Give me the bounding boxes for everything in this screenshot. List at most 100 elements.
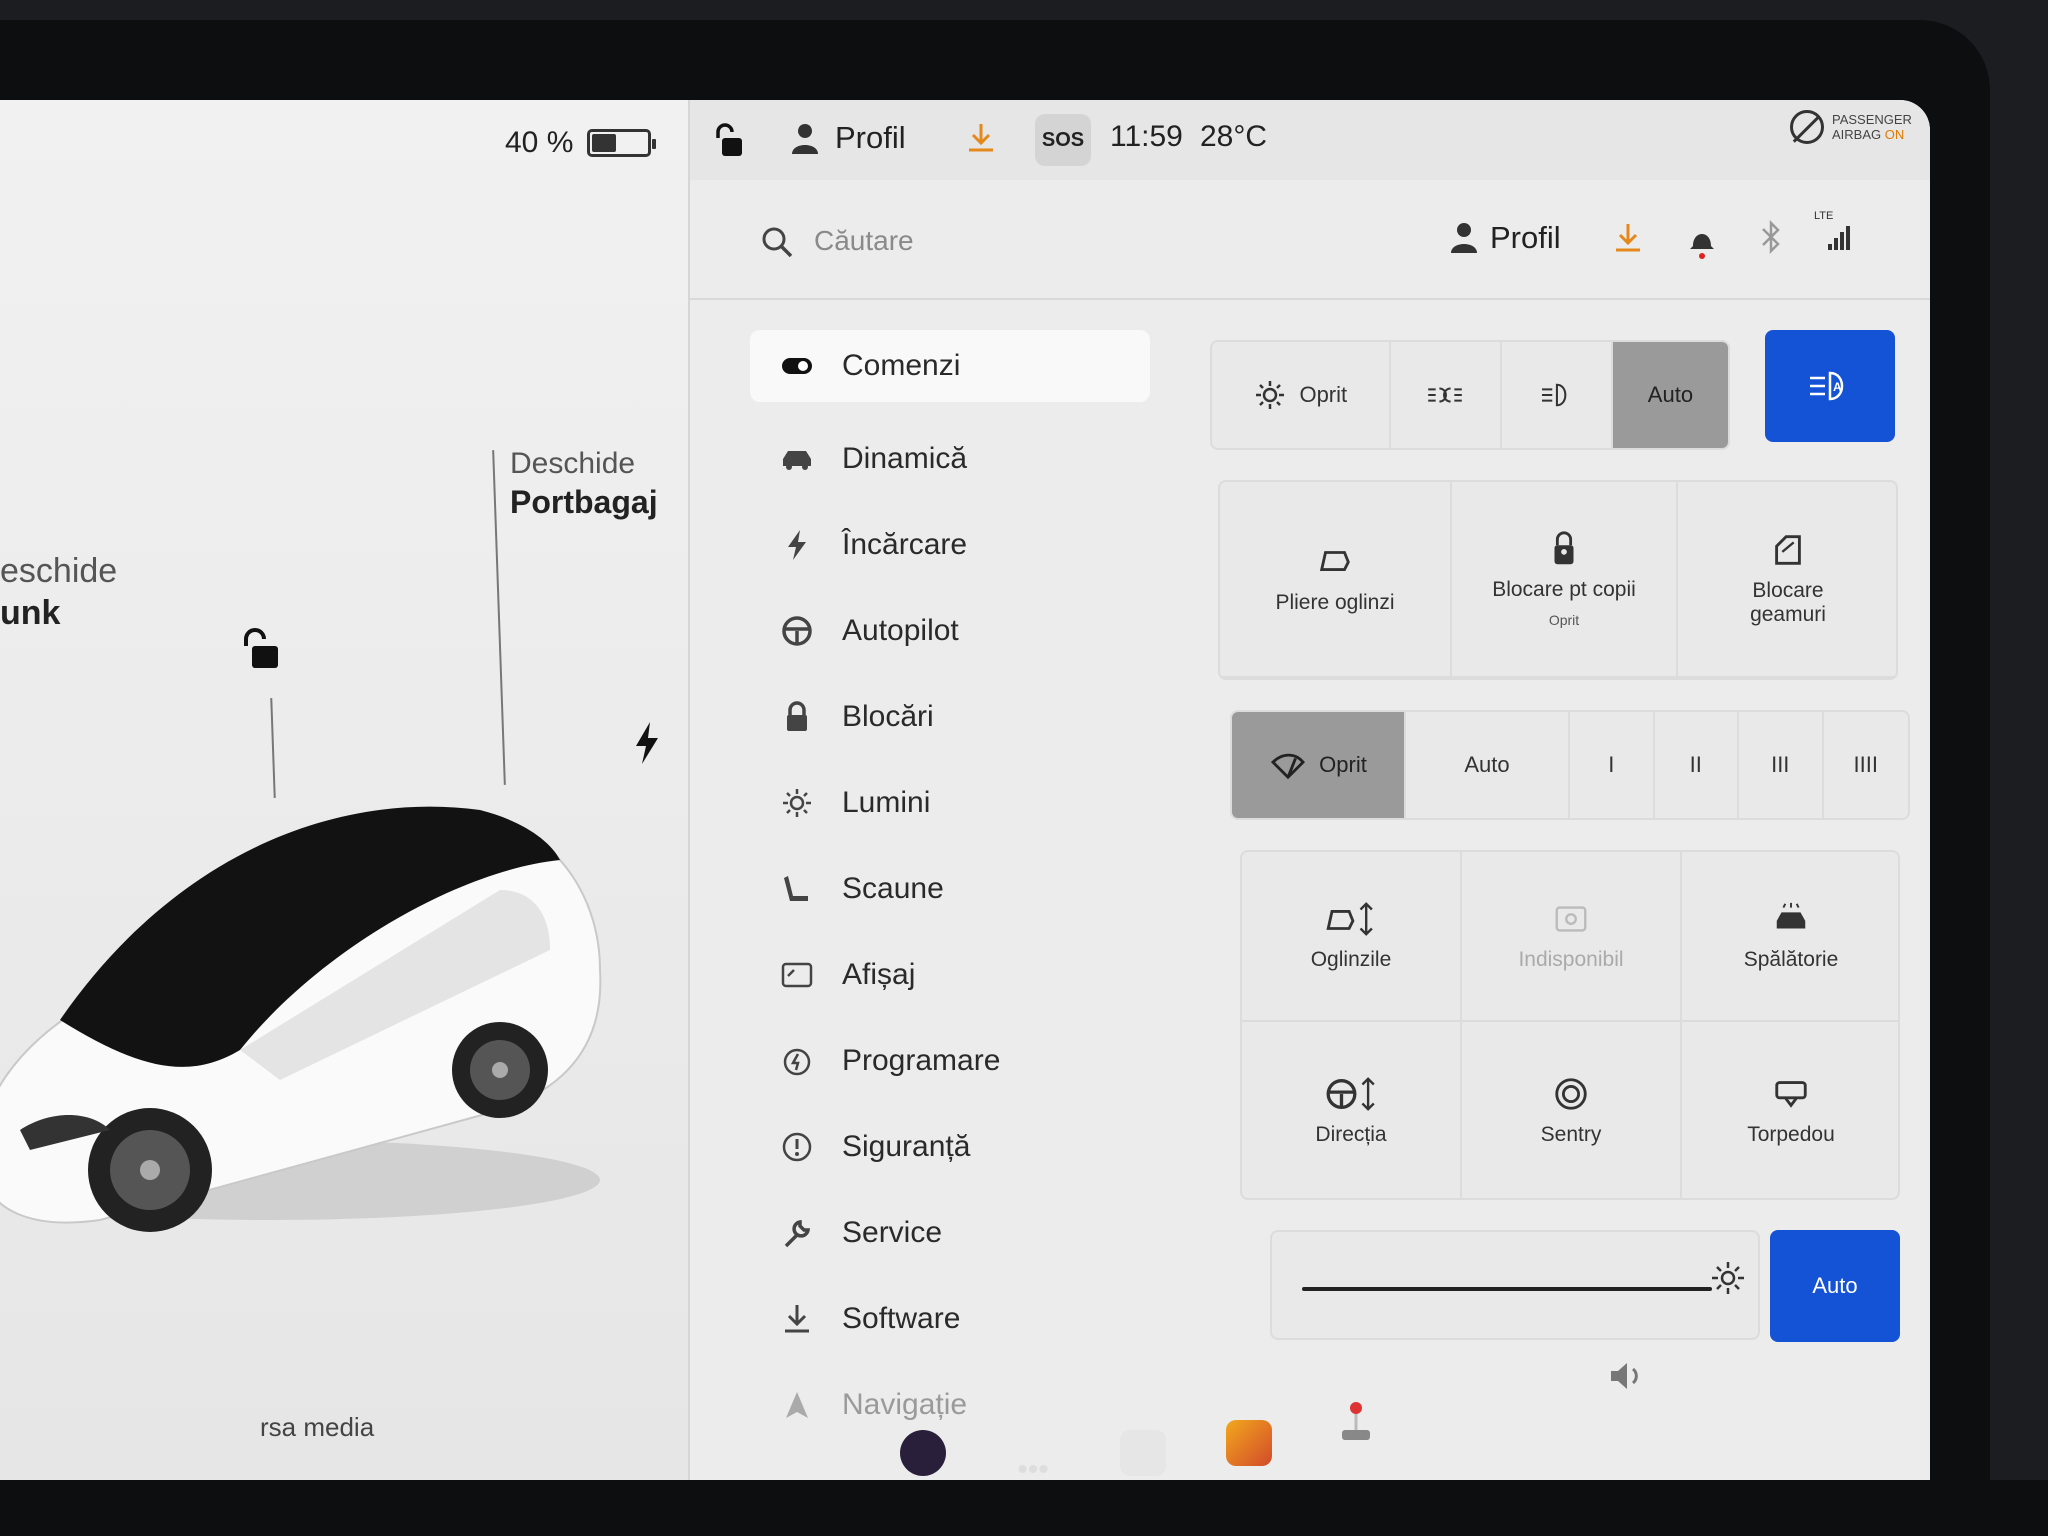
- open-trunk-button[interactable]: Deschide Portbagaj: [510, 445, 658, 521]
- child-lock-label: Blocare pt copii: [1492, 578, 1636, 601]
- lock-open-icon[interactable]: [238, 628, 284, 674]
- settings-header: Profil LTE: [690, 180, 1930, 300]
- nav-label: Afișaj: [842, 958, 916, 991]
- header-download-icon[interactable]: [1614, 222, 1642, 254]
- theater-app-icon[interactable]: [1120, 1430, 1166, 1476]
- brightness-auto-button[interactable]: Auto: [1770, 1230, 1900, 1342]
- bluetooth-icon[interactable]: [1760, 220, 1782, 254]
- frunk-label-line2: unk: [0, 594, 61, 632]
- wipers-speed-1-label: I: [1608, 752, 1615, 777]
- header-profile-button[interactable]: Profil: [1490, 220, 1561, 256]
- nav-item-lumini[interactable]: Lumini: [750, 760, 1150, 846]
- car-visualization-panel: 40 % eschide unk Deschide Portbagaj rsa …: [0, 100, 690, 1480]
- navigation-icon: [786, 1392, 808, 1418]
- unlocked-icon[interactable]: [712, 122, 746, 158]
- headlights-auto-button[interactable]: Auto: [1612, 342, 1728, 448]
- wipers-speed-3-button[interactable]: III: [1739, 712, 1824, 818]
- nav-label: Comenzi: [842, 349, 961, 382]
- locks-tile-row: Pliere oglinzi Blocare pt copii Oprit Bl…: [1218, 480, 1898, 680]
- fold-mirrors-button[interactable]: Pliere oglinzi: [1220, 482, 1452, 678]
- window-lock-icon: [1775, 535, 1801, 565]
- parking-lights-button[interactable]: [1391, 342, 1502, 448]
- top-status-bar: Profil SOS 11:59 28°C PASSENGER AIRBAG O…: [690, 100, 1930, 180]
- headlights-auto-label: Auto: [1647, 382, 1694, 407]
- auto-high-beam-button[interactable]: A: [1765, 330, 1895, 442]
- steering-adjust-icon: [1326, 1077, 1375, 1111]
- sos-button[interactable]: SOS: [1035, 114, 1091, 166]
- wipers-speed-2-button[interactable]: II: [1655, 712, 1739, 818]
- battery-indicator: 40 %: [505, 126, 657, 160]
- battery-percent: 40 %: [505, 126, 574, 159]
- child-lock-button[interactable]: Blocare pt copii Oprit: [1452, 482, 1678, 678]
- more-apps-icon[interactable]: •••: [1010, 1455, 1056, 1506]
- brightness-slider-track[interactable]: [1302, 1287, 1712, 1291]
- car-wash-button[interactable]: Spălătorie: [1682, 852, 1898, 1022]
- search-input[interactable]: [814, 218, 1334, 264]
- touchscreen: 40 % eschide unk Deschide Portbagaj rsa …: [0, 100, 1930, 1480]
- nav-label: Navigație: [842, 1388, 968, 1421]
- wipers-speed-4-label: IIII: [1853, 752, 1878, 777]
- nav-item-scaune[interactable]: Scaune: [750, 846, 1150, 932]
- search-icon[interactable]: [760, 225, 794, 259]
- settings-nav: Comenzi Dinamică Încărcare Autopilot Blo…: [750, 330, 1150, 1448]
- status-profile-button[interactable]: Profil: [835, 120, 906, 156]
- wipers-off-button[interactable]: Oprit: [1232, 712, 1406, 818]
- child-lock-state: Oprit: [1548, 612, 1580, 628]
- child-lock-icon: [1554, 531, 1574, 565]
- airbag-icon: [1790, 110, 1824, 144]
- nav-item-navigatie[interactable]: Navigație: [750, 1362, 1150, 1448]
- low-beam-button[interactable]: [1502, 342, 1613, 448]
- wipers-auto-button[interactable]: Auto: [1406, 712, 1570, 818]
- trunk-label-line2: Portbagaj: [510, 484, 658, 520]
- auto-high-beam-icon: A: [1810, 371, 1844, 401]
- nav-item-dinamica[interactable]: Dinamică: [750, 416, 1150, 502]
- camera-app-icon[interactable]: [900, 1430, 946, 1476]
- battery-fill: [592, 134, 616, 152]
- fold-mirrors-label: Pliere oglinzi: [1275, 591, 1395, 614]
- arcade-joystick-icon[interactable]: [1336, 1400, 1376, 1444]
- header-user-icon[interactable]: [1450, 222, 1478, 254]
- notification-bell-icon[interactable]: [1688, 222, 1716, 260]
- nav-item-comenzi[interactable]: Comenzi: [750, 330, 1150, 402]
- software-update-icon[interactable]: [966, 122, 996, 154]
- car-image: [0, 806, 602, 1232]
- nav-item-afisaj[interactable]: Afișaj: [750, 932, 1150, 1018]
- nav-item-blocari[interactable]: Blocări: [750, 674, 1150, 760]
- seat-icon: [784, 876, 808, 901]
- window-lock-button[interactable]: Blocare geamuri: [1678, 482, 1896, 678]
- parking-lights-icon: [1428, 387, 1462, 403]
- brightness-slider[interactable]: [1270, 1230, 1760, 1340]
- signal-bars-icon: [1828, 226, 1850, 250]
- nav-item-siguranta[interactable]: Siguranță: [750, 1104, 1150, 1190]
- display-icon: [781, 962, 813, 988]
- media-source-bar[interactable]: rsa media: [150, 1400, 690, 1460]
- nav-item-autopilot[interactable]: Autopilot: [750, 588, 1150, 674]
- headlights-off-button[interactable]: Oprit: [1212, 342, 1391, 448]
- nav-item-incarcare[interactable]: Încărcare: [750, 502, 1150, 588]
- sentry-button[interactable]: Sentry: [1462, 1022, 1682, 1198]
- wipers-speed-3-label: III: [1771, 752, 1790, 777]
- battery-icon: [587, 129, 657, 157]
- steering-adjust-button[interactable]: Direcția: [1242, 1022, 1462, 1198]
- volume-icon[interactable]: [1608, 1360, 1646, 1392]
- sos-label: SOS: [1041, 129, 1085, 151]
- toybox-app-icon[interactable]: [1226, 1420, 1272, 1466]
- frunk-label-line1: eschide: [0, 552, 118, 590]
- open-frunk-button[interactable]: eschide unk: [0, 550, 117, 634]
- nav-item-programare[interactable]: Programare: [750, 1018, 1150, 1104]
- mirror-adjust-button[interactable]: Oglinzile: [1242, 852, 1462, 1022]
- nav-label: Scaune: [842, 872, 944, 905]
- car-wash-icon: [1776, 902, 1806, 929]
- wiper-icon: [1271, 753, 1306, 780]
- user-icon[interactable]: [790, 122, 820, 156]
- wipers-speed-4-button[interactable]: IIII: [1824, 712, 1909, 818]
- steering-wheel-icon: [782, 616, 812, 646]
- wipers-speed-1-button[interactable]: I: [1570, 712, 1655, 818]
- nav-item-service[interactable]: Service: [750, 1190, 1150, 1276]
- sun-icon: [783, 789, 811, 817]
- lock-icon: [787, 701, 807, 731]
- glovebox-button[interactable]: Torpedou: [1682, 1022, 1898, 1198]
- wipers-auto-label: Auto: [1464, 752, 1510, 777]
- steering-adjust-label: Direcția: [1315, 1123, 1387, 1146]
- nav-item-software[interactable]: Software: [750, 1276, 1150, 1362]
